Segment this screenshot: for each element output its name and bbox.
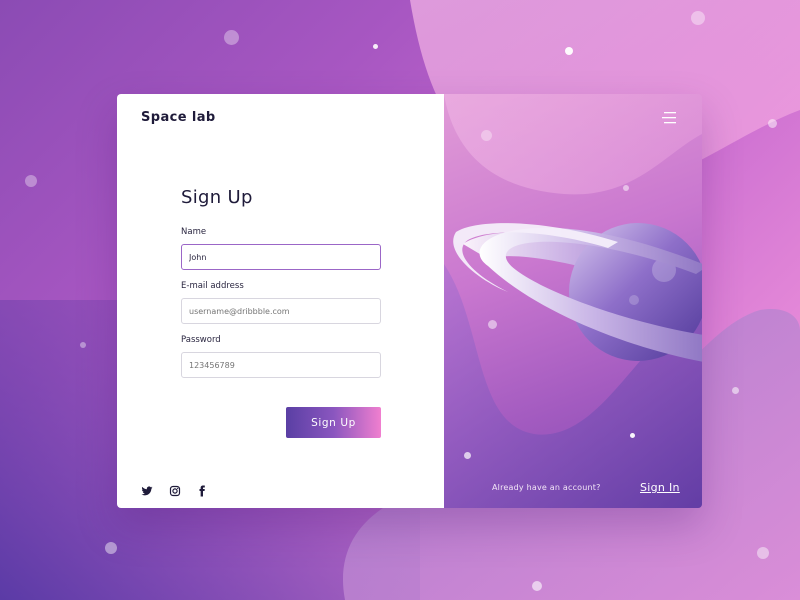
star (565, 47, 573, 55)
star (224, 30, 239, 45)
star (768, 119, 777, 128)
instagram-icon[interactable] (169, 482, 181, 497)
star (757, 547, 769, 559)
signin-link[interactable]: Sign In (640, 481, 680, 494)
app-logo: Space lab (141, 110, 216, 125)
password-input[interactable] (181, 352, 381, 378)
name-label: Name (181, 227, 207, 237)
password-label: Password (181, 335, 221, 345)
star (630, 433, 635, 438)
signup-button[interactable]: Sign Up (286, 407, 381, 438)
star (464, 452, 471, 459)
signup-form-panel: Space lab Sign Up Name E-mail address Pa… (117, 94, 444, 508)
facebook-icon[interactable] (196, 482, 208, 497)
star (373, 44, 378, 49)
account-prompt: Already have an account? (492, 483, 601, 492)
star (80, 342, 86, 348)
star (623, 185, 629, 191)
planet-illustration (453, 223, 702, 362)
name-input[interactable] (181, 244, 381, 270)
star (105, 542, 117, 554)
twitter-icon[interactable] (141, 482, 153, 496)
star (481, 130, 492, 141)
email-label: E-mail address (181, 281, 244, 291)
email-input[interactable] (181, 298, 381, 324)
star (691, 11, 705, 25)
star (25, 175, 37, 187)
star (532, 581, 542, 591)
illustration-panel: Already have an account? Sign In (444, 94, 702, 508)
hamburger-menu-icon[interactable] (662, 110, 678, 124)
signup-card: Space lab Sign Up Name E-mail address Pa… (117, 94, 702, 508)
star (732, 387, 739, 394)
form-title: Sign Up (181, 187, 253, 208)
